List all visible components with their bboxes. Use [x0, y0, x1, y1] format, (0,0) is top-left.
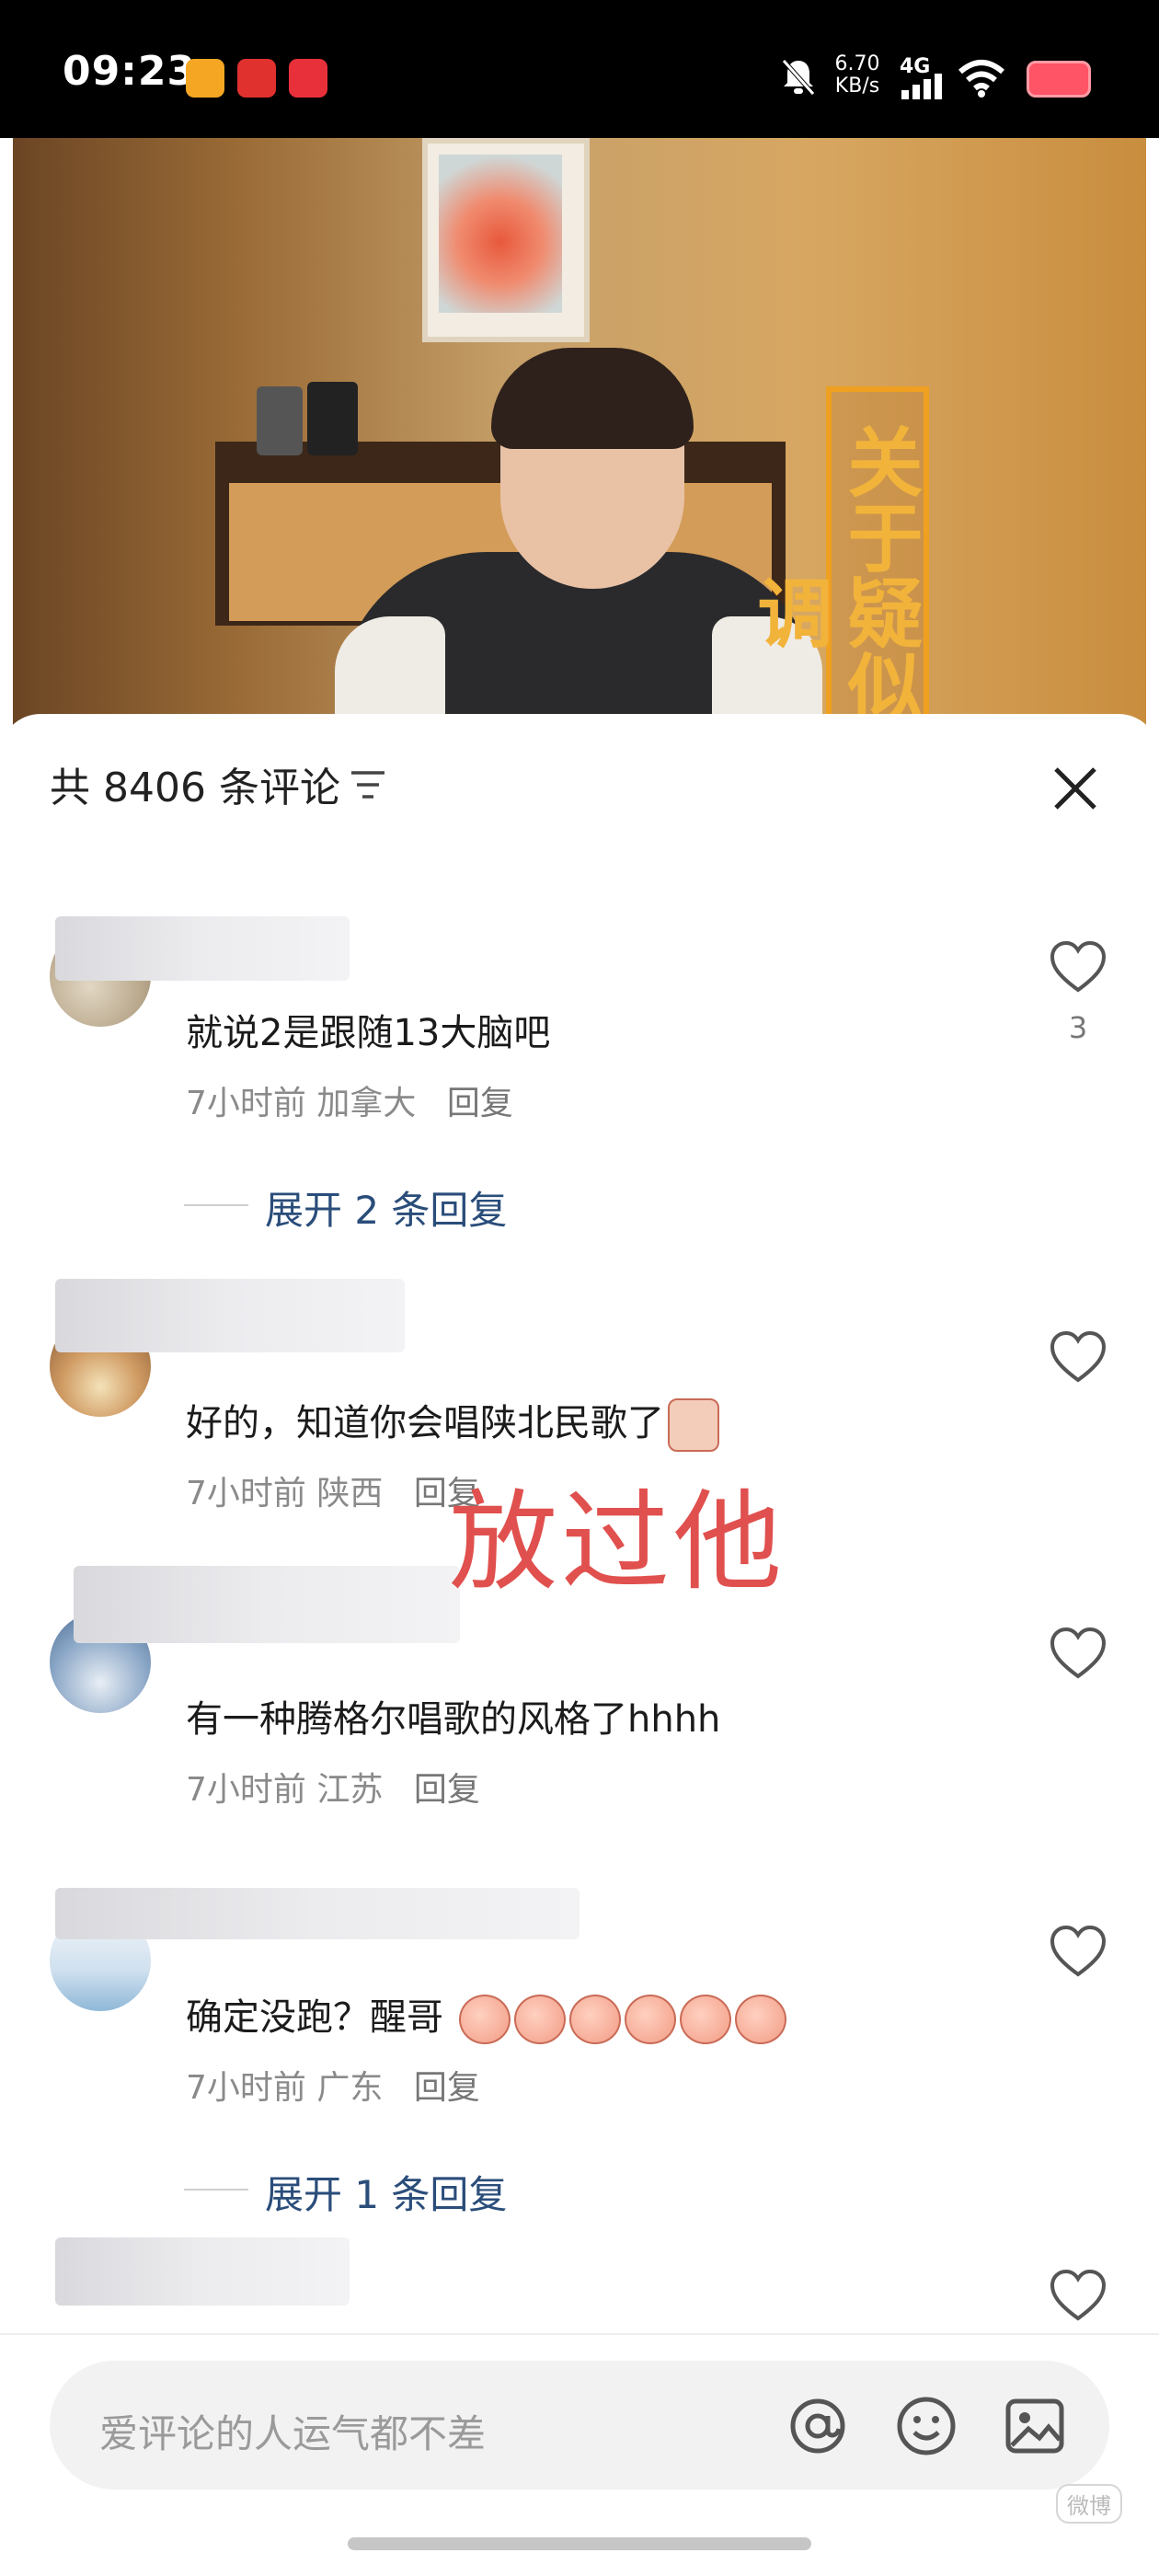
- expand-divider: [184, 1204, 248, 1206]
- comment-text: 确定没跑？醒哥: [186, 1987, 786, 2044]
- comment-location: 陕西: [316, 1475, 384, 1512]
- emoji-icon: [513, 1995, 566, 2044]
- comment-location: 加拿大: [316, 1085, 417, 1122]
- heart-icon[interactable]: [1049, 1925, 1107, 1978]
- comment-meta: 7小时前 加拿大 回复: [186, 1076, 513, 1124]
- coffee-machine: [307, 382, 358, 455]
- comment-meta: 7小时前 陕西 回复: [186, 1466, 480, 1514]
- comment-text: 就说2是跟随13大脑吧: [186, 1012, 551, 1054]
- reply-button[interactable]: 回复: [414, 1771, 480, 1809]
- comment-time: 7小时前: [186, 1085, 306, 1122]
- comment-text: 有一种腾格尔唱歌的风格了hhhh: [186, 1698, 721, 1741]
- reply-button[interactable]: 回复: [414, 2069, 480, 2107]
- emoji-icon: [679, 1995, 731, 2044]
- watermark: 微博: [1056, 2484, 1122, 2524]
- heart-icon[interactable]: [1049, 1627, 1107, 1680]
- overlay-caption: 放过他: [449, 1478, 786, 1605]
- mention-icon[interactable]: [786, 2394, 850, 2458]
- status-time: 09:23: [63, 48, 197, 95]
- like-count: 3: [1068, 1010, 1088, 1045]
- heart-icon[interactable]: [1049, 2269, 1107, 2322]
- status-bar: 09:23 6.70 KB/s 4G: [0, 0, 1159, 138]
- input-divider: [0, 2333, 1159, 2335]
- heart-icon[interactable]: [1049, 1330, 1107, 1384]
- comment-time: 7小时前: [186, 1475, 306, 1512]
- app-notification-icon: [289, 59, 327, 98]
- video-player[interactable]: 关于疑似跑调: [13, 138, 1146, 727]
- app-notification-icon: [237, 59, 276, 98]
- comment-meta: 7小时前 江苏 回复: [186, 1763, 480, 1811]
- comment-time: 7小时前: [186, 1771, 306, 1809]
- expand-replies-button[interactable]: 展开 2 条回复: [265, 1179, 507, 1236]
- comment-text: 好的，知道你会唱陕北民歌了: [186, 1393, 719, 1452]
- comment-input-placeholder: 爱评论的人运气都不差: [99, 2411, 487, 2456]
- emoji-picker-icon[interactable]: [894, 2394, 958, 2458]
- comment-location: 江苏: [316, 1771, 384, 1809]
- emoji-icon: [668, 1398, 719, 1452]
- emoji-icon: [624, 1995, 676, 2044]
- image-icon[interactable]: [1003, 2394, 1067, 2458]
- home-indicator[interactable]: [348, 2537, 811, 2550]
- wifi-icon: [958, 60, 1004, 98]
- painting-art: [439, 155, 562, 313]
- signal-icon: [901, 74, 942, 99]
- video-title-overlay: 关于疑似跑调: [744, 386, 929, 727]
- close-icon[interactable]: [1047, 760, 1104, 817]
- comment-input[interactable]: 爱评论的人运气都不差: [50, 2361, 1109, 2490]
- expand-replies-button[interactable]: 展开 1 条回复: [265, 2164, 507, 2220]
- mute-icon: [782, 59, 815, 96]
- comment-location: 广东: [316, 2069, 384, 2107]
- comment-meta: 7小时前 广东 回复: [186, 2061, 480, 2109]
- network-speed: 6.70 KB/s: [834, 52, 880, 98]
- sort-icon[interactable]: [350, 769, 386, 800]
- emoji-icon: [734, 1995, 786, 2044]
- comment-time: 7小时前: [186, 2069, 306, 2107]
- person-sleeve: [335, 616, 445, 727]
- username-blurred[interactable]: [55, 2237, 350, 2306]
- person-hair: [491, 348, 694, 449]
- reply-button[interactable]: 回复: [447, 1085, 513, 1122]
- username-blurred[interactable]: [55, 1888, 580, 1939]
- username-blurred[interactable]: [74, 1566, 460, 1643]
- comment-panel: 共 8406 条评论 就说2是跟随13大脑吧 7小时前 加拿大 回复 3 展开 …: [0, 714, 1159, 2576]
- username-blurred[interactable]: [55, 916, 350, 981]
- kettle: [257, 386, 303, 455]
- username-blurred[interactable]: [55, 1279, 405, 1352]
- emoji-icon: [458, 1995, 511, 2044]
- app-notification-icon: [186, 59, 224, 98]
- battery-icon: [1027, 61, 1091, 98]
- heart-icon[interactable]: [1049, 940, 1107, 994]
- comment-count: 共 8406 条评论: [50, 765, 340, 811]
- expand-divider: [184, 2189, 248, 2191]
- emoji-icon: [568, 1995, 621, 2044]
